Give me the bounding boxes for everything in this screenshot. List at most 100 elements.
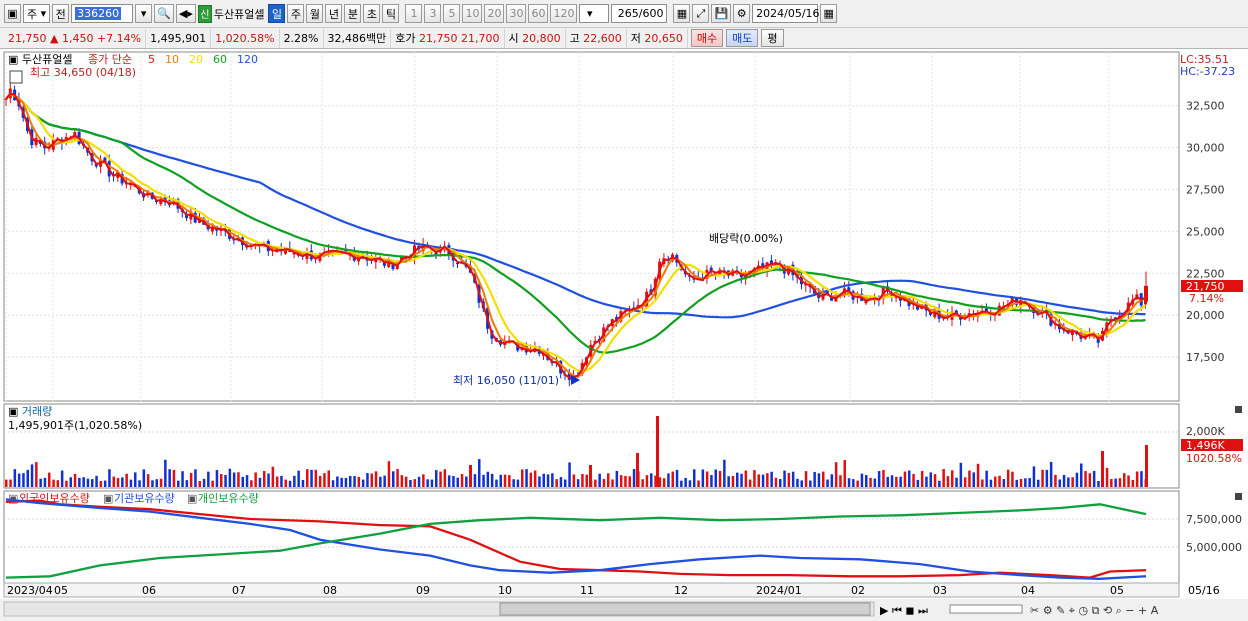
period-tab-5[interactable]: 초 xyxy=(363,4,381,23)
volume-bar xyxy=(271,466,275,487)
open-label: 시 xyxy=(508,31,519,45)
save-icon[interactable]: 💾 xyxy=(711,4,732,23)
zoom-slider[interactable] xyxy=(949,604,1023,614)
interval-tab-120[interactable]: 120 xyxy=(550,4,578,23)
interval-tab-5[interactable]: 5 xyxy=(443,4,461,23)
volume-bar xyxy=(396,469,399,487)
volume-bar xyxy=(443,469,447,487)
x-axis-label: 07 xyxy=(232,584,246,597)
chart-area[interactable]: 32,500 30,000 27,500 25,000 22,500 20,000 17,5… xyxy=(0,49,1248,621)
interval-tab-3[interactable]: 3 xyxy=(424,4,442,23)
holdings-y-tick-2: 5,000,000 xyxy=(1186,541,1242,554)
volume-bar xyxy=(925,476,928,487)
holdings-close-icon[interactable] xyxy=(1235,493,1242,500)
period-tab-3[interactable]: 년 xyxy=(325,4,343,23)
volume-bar xyxy=(366,473,369,487)
volume-bar xyxy=(1105,467,1109,487)
prev-button[interactable]: 전 xyxy=(52,4,70,23)
volume-bar xyxy=(912,473,915,487)
volume-bar xyxy=(632,469,636,487)
play-controls-icon[interactable]: ▶ ⏮ ◼ ⏭ xyxy=(880,604,928,617)
volume-bar xyxy=(1097,480,1100,487)
gear-icon[interactable]: ⚙ xyxy=(733,4,751,23)
volume-bar xyxy=(619,475,623,487)
volume-bar xyxy=(615,470,619,487)
period-tab-2[interactable]: 월 xyxy=(306,4,324,23)
tool-icons[interactable]: ✂ ⚙ ✎ ⌖ ◷ ⧉ ⟲ ⌕ − + A xyxy=(1030,604,1159,617)
volume-bar xyxy=(224,475,227,487)
volume-bar xyxy=(877,471,881,487)
volume-bar xyxy=(662,478,666,487)
interval-tab-20[interactable]: 20 xyxy=(484,4,505,23)
volume-bar xyxy=(52,479,55,487)
volume-bar xyxy=(1123,473,1126,487)
volume-bar xyxy=(813,471,816,487)
period-tabs: 일주월년분초틱 xyxy=(268,4,401,23)
turnover: 2.28% xyxy=(280,28,324,48)
volume-bar xyxy=(168,469,171,487)
period-tab-6[interactable]: 틱 xyxy=(382,4,400,23)
volume-bar xyxy=(951,470,954,487)
volume-bar xyxy=(667,473,670,487)
volume-bar xyxy=(680,480,683,487)
date-field[interactable]: 2024/05/16 xyxy=(752,4,820,23)
volume-bar xyxy=(757,474,760,487)
volume-bar xyxy=(22,473,25,487)
volume-bar xyxy=(409,479,412,487)
volume-bar xyxy=(736,472,739,487)
period-tab-0[interactable]: 일 xyxy=(268,4,286,23)
volume-bar xyxy=(323,473,326,487)
volume-bar xyxy=(508,475,511,487)
volume-bar xyxy=(770,471,773,487)
volume-bar xyxy=(701,469,705,487)
volume-bar xyxy=(830,474,834,487)
interval-dropdown[interactable]: ▾ xyxy=(579,4,610,23)
high-label: 고 xyxy=(569,31,580,45)
trade-amount: 32,486백만 xyxy=(324,28,392,48)
high-note: 최고 34,650 (04/18) xyxy=(30,66,136,79)
zoom-icon[interactable]: ⤢ xyxy=(692,4,710,23)
volume-bar xyxy=(916,479,920,487)
interval-tab-60[interactable]: 60 xyxy=(528,4,549,23)
code-dropdown-icon[interactable]: ▾ xyxy=(135,4,153,23)
volume-bar xyxy=(804,471,808,487)
count-field[interactable]: 265/600 xyxy=(611,4,668,23)
volume-bar xyxy=(525,469,528,487)
search-icon[interactable]: 🔍 xyxy=(154,4,174,23)
volume-bar xyxy=(985,470,988,487)
volume-bar xyxy=(69,477,72,487)
volume-bar xyxy=(714,469,717,487)
price-y-tick: 27,500 xyxy=(1186,183,1225,196)
volume-bar xyxy=(1011,471,1014,487)
volume-bar xyxy=(116,478,120,487)
volume-bar xyxy=(1067,477,1070,487)
scroll-thumb[interactable] xyxy=(499,602,871,616)
buy-button[interactable]: 매수 xyxy=(690,29,724,47)
volume-bar xyxy=(1045,469,1049,487)
count-value: 265 xyxy=(617,7,639,20)
volume-bar xyxy=(430,479,434,487)
market-select[interactable]: 주 ▾ xyxy=(23,4,51,23)
volume-bar xyxy=(834,462,838,487)
volume-bar xyxy=(48,472,51,487)
layout-icon[interactable]: ▣ xyxy=(4,4,21,23)
period-tab-4[interactable]: 분 xyxy=(344,4,362,23)
calendar-icon[interactable]: ▦ xyxy=(820,4,838,23)
sound-icon[interactable]: ◀▸ xyxy=(175,4,196,23)
avg-button[interactable]: 평 xyxy=(761,29,784,47)
interval-tab-10[interactable]: 10 xyxy=(462,4,483,23)
volume-bar xyxy=(998,475,1001,487)
stock-code-input[interactable]: 336260 xyxy=(71,4,134,23)
price-y-tick: 25,000 xyxy=(1186,225,1225,238)
sell-button[interactable]: 매도 xyxy=(726,29,759,47)
volume-bar xyxy=(275,476,279,487)
current-price: 21,750 xyxy=(8,31,47,45)
x-axis-label: 09 xyxy=(416,584,430,597)
interval-tab-30[interactable]: 30 xyxy=(506,4,527,23)
volume-close-icon[interactable] xyxy=(1235,406,1242,413)
volume-bar xyxy=(404,476,408,487)
interval-tab-1[interactable]: 1 xyxy=(405,4,423,23)
ma-legend-label: 종가 단순 xyxy=(88,53,132,66)
period-tab-1[interactable]: 주 xyxy=(287,4,305,23)
grid-icon[interactable]: ▦ xyxy=(673,4,691,23)
